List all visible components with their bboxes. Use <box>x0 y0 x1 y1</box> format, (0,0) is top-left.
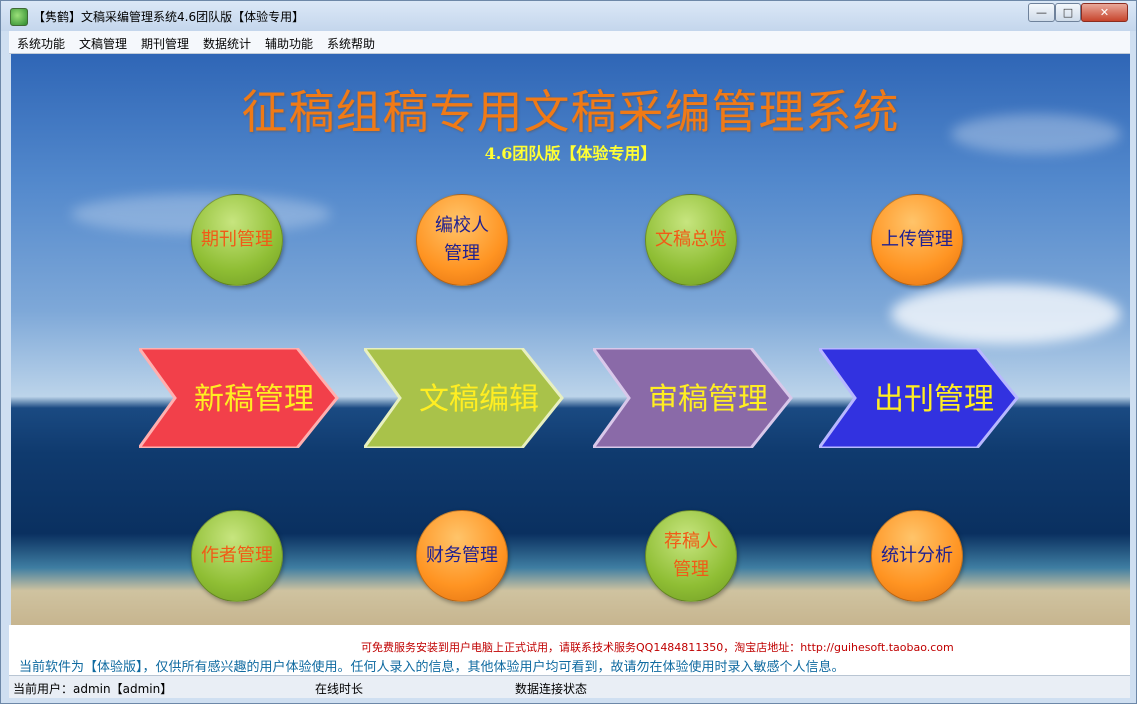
menu-manuscripts[interactable]: 文稿管理 <box>79 35 127 52</box>
menu-tools[interactable]: 辅助功能 <box>265 35 313 52</box>
banner-title: 征稿组稿专用文稿采编管理系统 <box>241 85 900 139</box>
circle-label: 荐稿人 管理 <box>664 531 718 580</box>
arrow-label: 新稿管理 <box>194 382 314 417</box>
upload-management-button[interactable]: 上传管理 <box>871 194 963 286</box>
minimize-button[interactable]: — <box>1028 3 1055 22</box>
menu-journals[interactable]: 期刊管理 <box>141 35 189 52</box>
arrow-label: 审稿管理 <box>648 382 768 417</box>
window-title: 【隽鹤】文稿采编管理系统4.6团队版【体验专用】 <box>33 10 305 24</box>
manuscript-overview-button[interactable]: 文稿总览 <box>645 194 737 286</box>
new-manuscript-arrow-button[interactable]: 新稿管理 <box>139 348 339 448</box>
menu-help[interactable]: 系统帮助 <box>327 35 375 52</box>
arrow-label: 文稿编辑 <box>419 382 539 417</box>
cloud-decoration <box>891 284 1121 344</box>
status-db-connection: 数据连接状态 <box>515 682 588 696</box>
statistics-analysis-button[interactable]: 统计分析 <box>871 510 963 602</box>
notice-panel: 可免费服务安装到用户电脑上正式试用，请联系技术服务QQ1484811350，淘宝… <box>9 625 1130 675</box>
status-online-time: 在线时长 <box>315 682 364 696</box>
circle-label: 编校人 管理 <box>435 215 489 264</box>
editor-management-button[interactable]: 编校人 管理 <box>416 194 508 286</box>
title-bar: 【隽鹤】文稿采编管理系统4.6团队版【体验专用】 — □ ✕ <box>1 1 1136 31</box>
circle-label: 作者管理 <box>201 545 273 566</box>
manuscript-edit-arrow-button[interactable]: 文稿编辑 <box>364 348 564 448</box>
main-dashboard: 征稿组稿专用文稿采编管理系统 4.6团队版【体验专用】 期刊管理 编校人 管理 … <box>11 54 1130 625</box>
close-button[interactable]: ✕ <box>1081 3 1128 22</box>
menu-system[interactable]: 系统功能 <box>17 35 65 52</box>
service-notice: 可免费服务安装到用户电脑上正式试用，请联系技术服务QQ1484811350，淘宝… <box>361 641 954 654</box>
status-bar: 当前用户：admin【admin】 在线时长 数据连接状态 <box>9 675 1130 698</box>
maximize-button[interactable]: □ <box>1055 3 1081 22</box>
circle-label: 上传管理 <box>881 229 953 250</box>
journal-management-button[interactable]: 期刊管理 <box>191 194 283 286</box>
circle-label: 统计分析 <box>881 545 953 566</box>
menu-statistics[interactable]: 数据统计 <box>203 35 251 52</box>
author-management-button[interactable]: 作者管理 <box>191 510 283 602</box>
arrow-label: 出刊管理 <box>874 382 994 417</box>
review-management-arrow-button[interactable]: 审稿管理 <box>593 348 793 448</box>
circle-label: 期刊管理 <box>201 229 273 250</box>
banner-subtitle: 4.6团队版【体验专用】 <box>484 144 657 163</box>
trial-notice: 当前软件为【体验版】，仅供所有感兴趣的用户体验使用。任何人录入的信息，其他体验用… <box>19 660 845 675</box>
status-current-user: 当前用户：admin【admin】 <box>13 682 173 696</box>
app-icon <box>10 8 28 26</box>
publish-management-arrow-button[interactable]: 出刊管理 <box>819 348 1019 448</box>
recommender-management-button[interactable]: 荐稿人 管理 <box>645 510 737 602</box>
app-window: 【隽鹤】文稿采编管理系统4.6团队版【体验专用】 — □ ✕ 系统功能 文稿管理… <box>0 0 1137 704</box>
circle-label: 文稿总览 <box>655 229 727 250</box>
circle-label: 财务管理 <box>426 545 498 566</box>
finance-management-button[interactable]: 财务管理 <box>416 510 508 602</box>
menu-bar: 系统功能 文稿管理 期刊管理 数据统计 辅助功能 系统帮助 <box>9 31 1130 54</box>
